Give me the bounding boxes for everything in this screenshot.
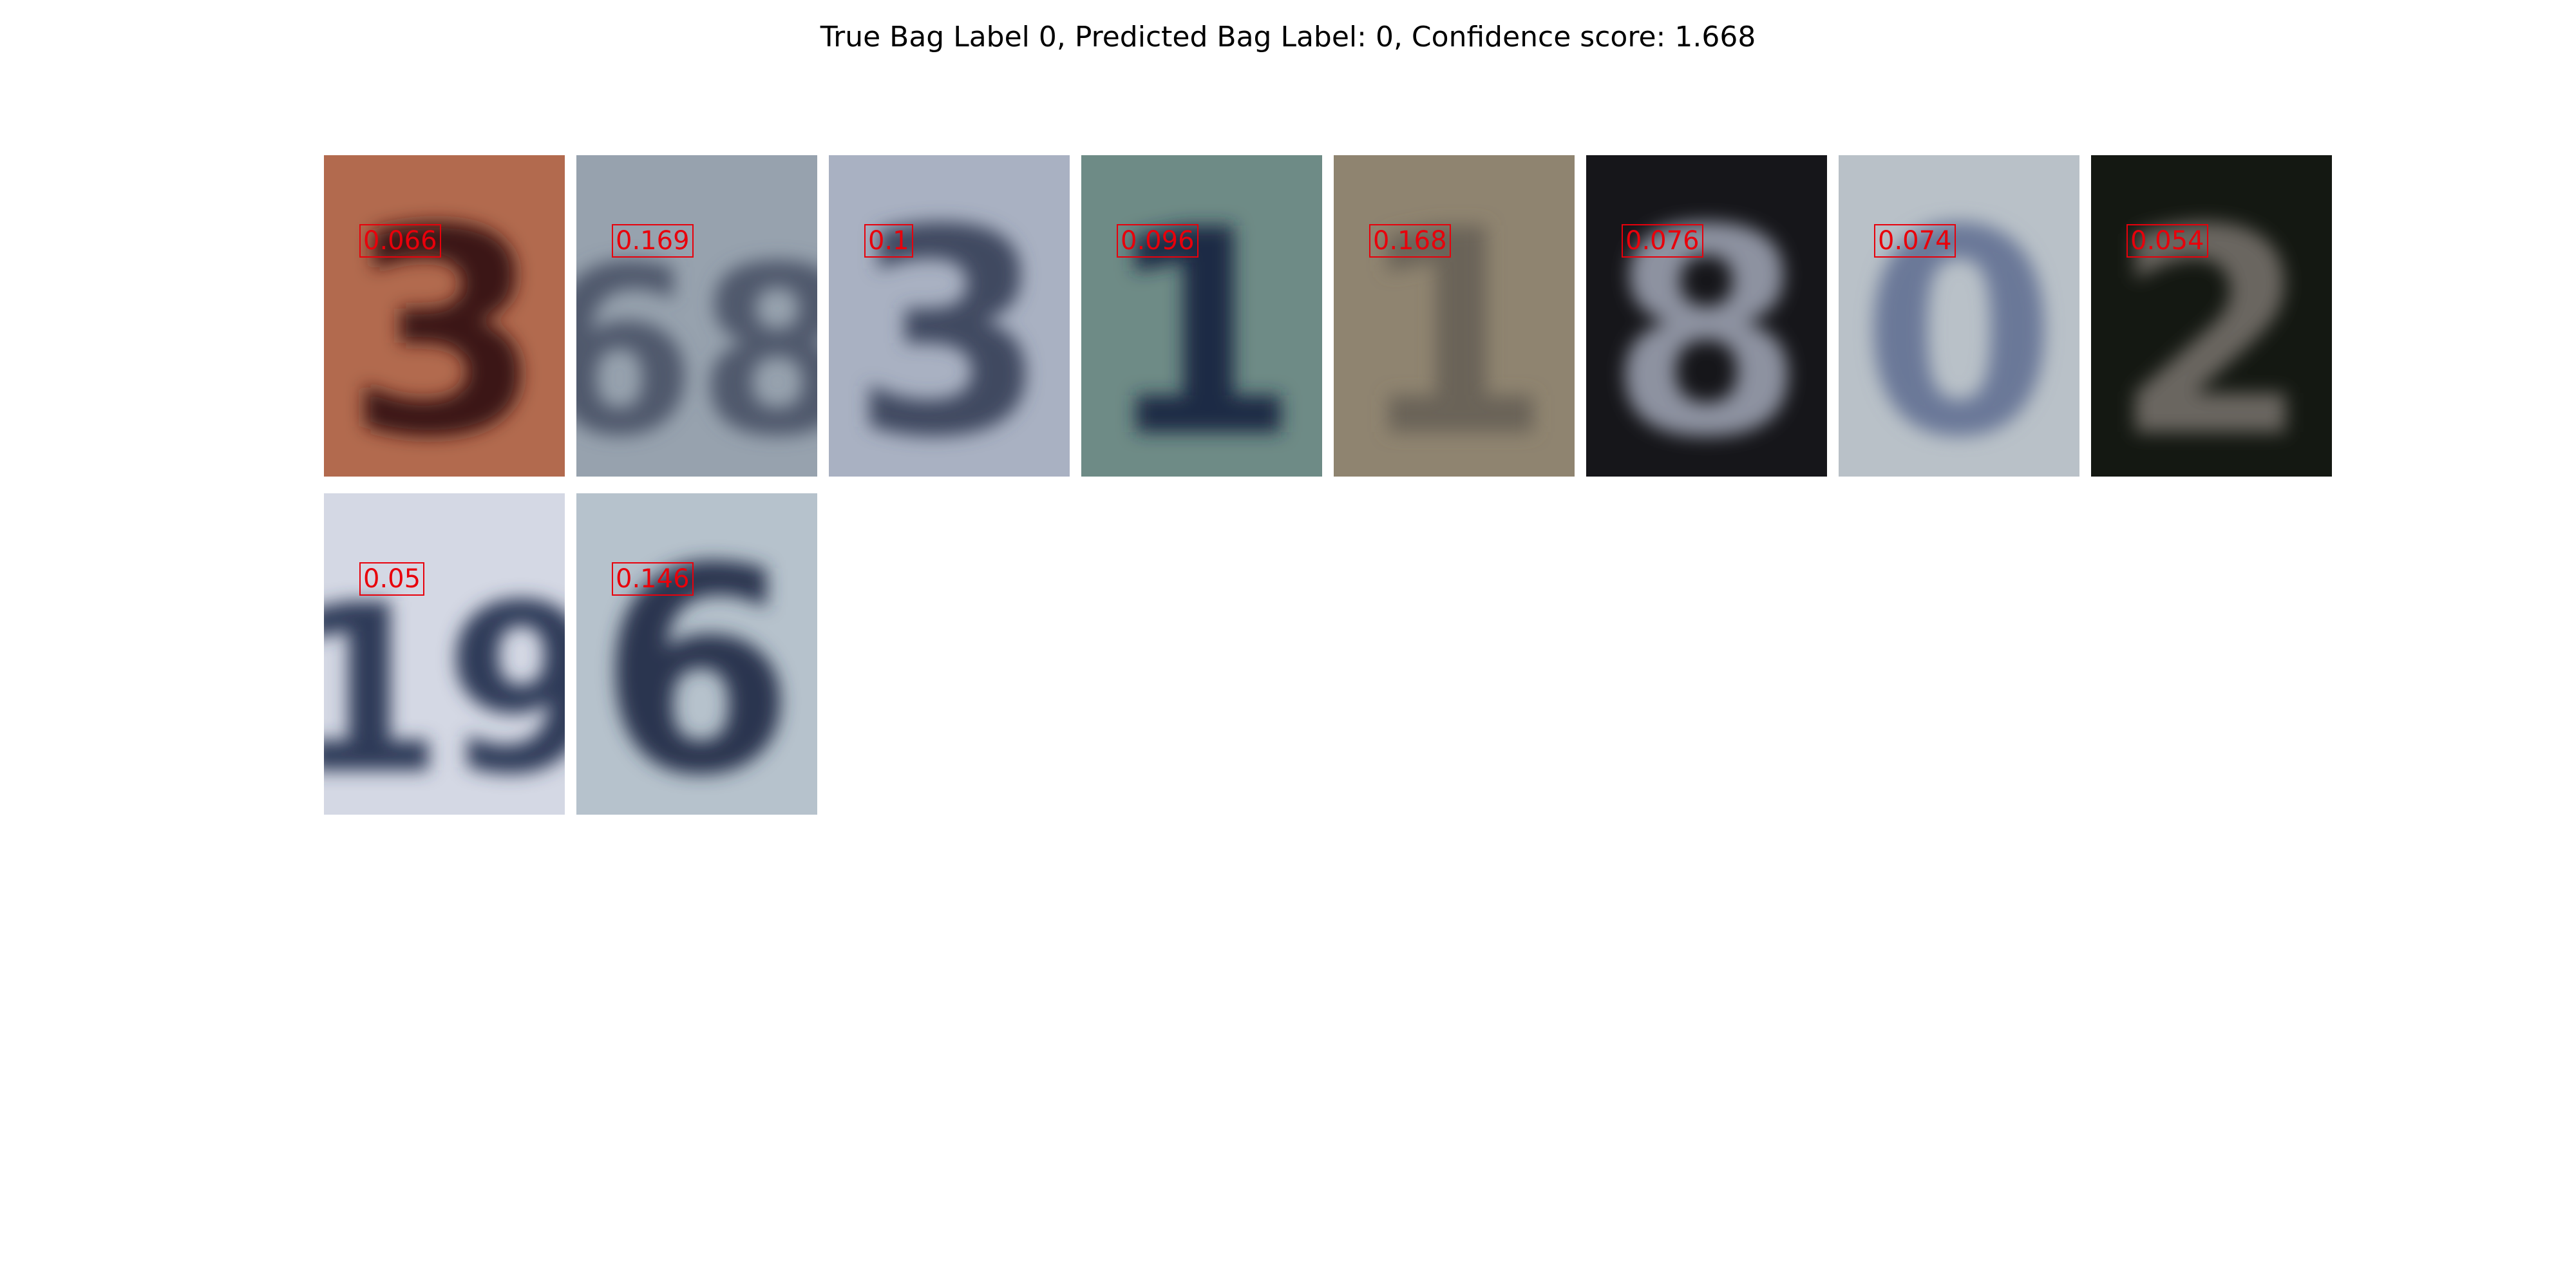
instance-grid: 3 0.066 68 0.169 3 0.1 1 0.096 1 0.168 8 0.076 0 0.07…	[0, 0, 2576, 1288]
digit-3-icon: 3	[851, 169, 1048, 477]
attention-score-label: 0.054	[2126, 224, 2208, 258]
svg-text:3: 3	[851, 169, 1048, 477]
attention-score-label: 0.146	[612, 562, 694, 596]
digit-19-icon: 19	[324, 555, 565, 815]
digit-6-icon: 6	[598, 507, 795, 815]
attention-score-label: 0.1	[864, 224, 913, 258]
attention-score-label: 0.169	[612, 224, 694, 258]
instance-tile: 6 0.146	[576, 493, 817, 815]
digit-1-icon: 1	[1356, 169, 1553, 477]
attention-score-label: 0.074	[1874, 224, 1956, 258]
instance-tile: 2 0.054	[2091, 155, 2332, 477]
instance-tile: 19 0.05	[324, 493, 565, 815]
instance-tile: 0 0.074	[1839, 155, 2079, 477]
attention-score-label: 0.076	[1622, 224, 1703, 258]
instance-tile: 8 0.076	[1586, 155, 1827, 477]
instance-tile: 68 0.169	[576, 155, 817, 477]
instance-tile: 3 0.066	[324, 155, 565, 477]
digit-2-icon: 2	[2113, 169, 2310, 477]
svg-text:1: 1	[1103, 169, 1300, 477]
instance-tile: 1 0.168	[1334, 155, 1575, 477]
svg-text:2: 2	[2113, 169, 2310, 477]
attention-score-label: 0.096	[1117, 224, 1198, 258]
instance-tile: 1 0.096	[1081, 155, 1322, 477]
attention-score-label: 0.066	[359, 224, 441, 258]
svg-text:6: 6	[598, 507, 795, 815]
digit-68-icon: 68	[576, 217, 817, 477]
svg-text:0: 0	[1861, 169, 2058, 477]
digit-1-icon: 1	[1103, 169, 1300, 477]
attention-score-label: 0.05	[359, 562, 425, 596]
digit-0-icon: 0	[1861, 169, 2058, 477]
attention-score-label: 0.168	[1369, 224, 1451, 258]
svg-text:8: 8	[1608, 169, 1805, 477]
digit-3-icon: 3	[346, 169, 543, 477]
svg-text:3: 3	[346, 169, 543, 477]
svg-text:1: 1	[1356, 169, 1553, 477]
instance-tile: 3 0.1	[829, 155, 1070, 477]
digit-8-icon: 8	[1608, 169, 1805, 477]
